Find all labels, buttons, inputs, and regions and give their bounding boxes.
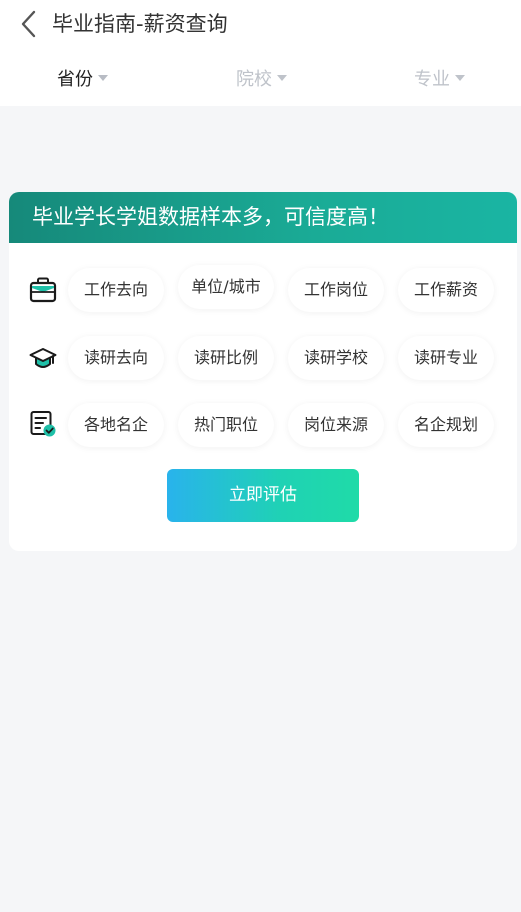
chip-grad-major[interactable]: 读研专业 (398, 336, 494, 380)
chip-job-sources[interactable]: 岗位来源 (288, 403, 384, 447)
page-title: 毕业指南-薪资查询 (52, 12, 228, 36)
chip-grad-destination[interactable]: 读研去向 (68, 336, 164, 380)
filter-school-label: 院校 (236, 69, 272, 90)
chip-employer-city[interactable]: 单位/城市 (178, 265, 274, 309)
caret-down-icon (455, 75, 465, 81)
chevron-left-icon (21, 10, 36, 38)
filter-school[interactable]: 院校 (236, 58, 287, 98)
filter-province-label: 省份 (57, 69, 93, 90)
chip-grad-school[interactable]: 读研学校 (288, 336, 384, 380)
filter-major-label: 专业 (414, 69, 450, 90)
header-bar: 毕业指南-薪资查询 省份 院校 专业 (0, 0, 521, 106)
evaluate-now-button[interactable]: 立即评估 (167, 469, 359, 522)
query-card: 毕业学长学姐数据样本多，可信度高！ 工作去向 单位/城市 工作岗位 工作薪资 读… (9, 192, 517, 551)
back-button[interactable] (14, 8, 44, 40)
chip-work-position[interactable]: 工作岗位 (288, 268, 384, 312)
chip-company-planning[interactable]: 名企规划 (398, 403, 494, 447)
caret-down-icon (98, 75, 108, 81)
caret-down-icon (277, 75, 287, 81)
filter-major[interactable]: 专业 (414, 58, 465, 98)
chip-hot-jobs[interactable]: 热门职位 (178, 403, 274, 447)
chip-grad-ratio[interactable]: 读研比例 (178, 336, 274, 380)
chip-work-destination[interactable]: 工作去向 (68, 268, 164, 312)
filter-bar: 省份 院校 专业 (0, 58, 521, 98)
chip-work-salary[interactable]: 工作薪资 (398, 268, 494, 312)
chip-top-companies[interactable]: 各地名企 (68, 403, 164, 447)
briefcase-icon (29, 276, 57, 304)
document-check-icon (29, 410, 57, 438)
graduation-cap-icon (29, 345, 57, 373)
card-banner: 毕业学长学姐数据样本多，可信度高！ (9, 192, 517, 243)
banner-text: 毕业学长学姐数据样本多，可信度高！ (32, 205, 389, 229)
filter-province[interactable]: 省份 (57, 58, 108, 98)
